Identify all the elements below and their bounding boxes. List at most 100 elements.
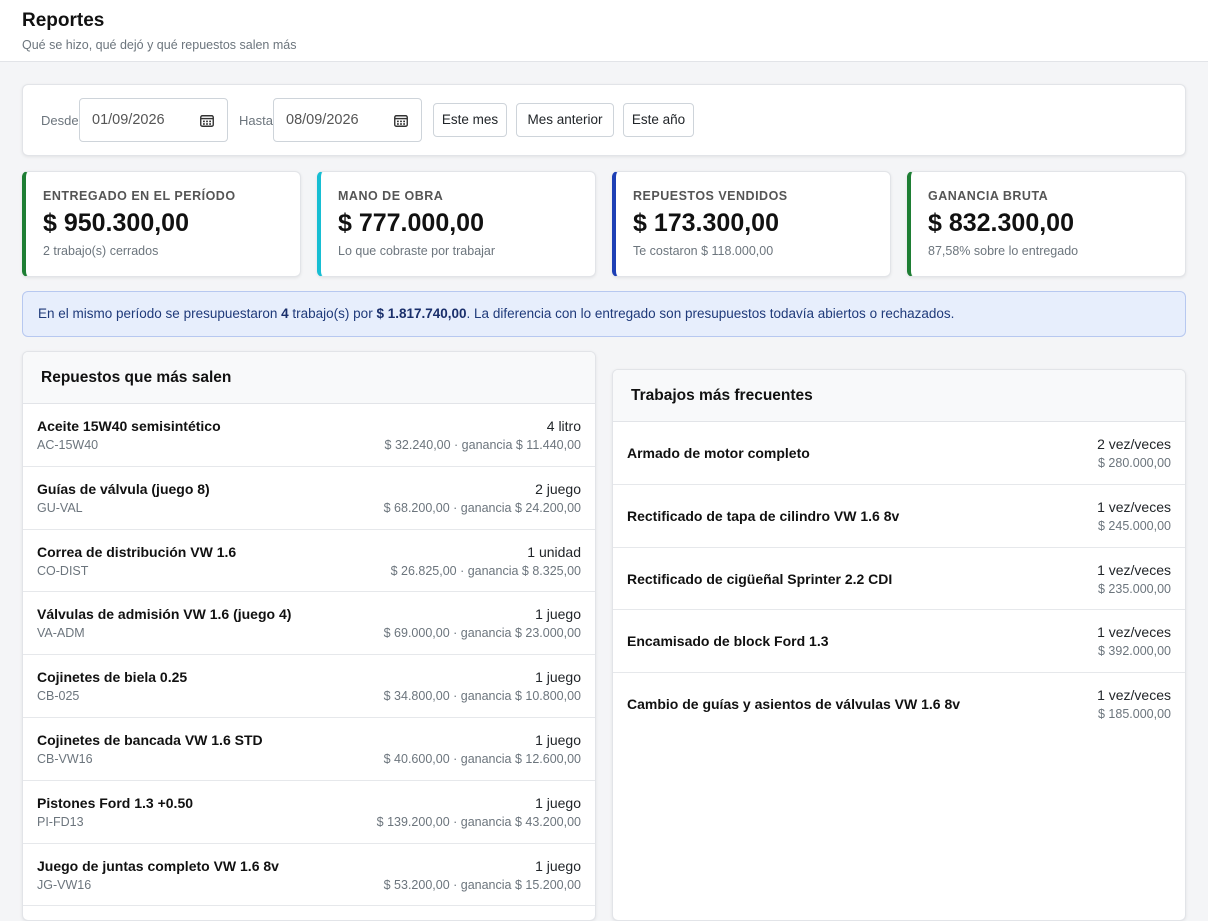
part-amounts: $ 68.200,00 · ganancia $ 24.200,00: [383, 500, 581, 515]
repuestos-panel-title: Repuestos que más salen: [23, 352, 595, 404]
stat-label: Entregado en el período: [43, 189, 236, 203]
part-quantity: 1 juego: [535, 794, 581, 811]
date-filter-card: Desde 01/09/2026 Hasta 08/09/2026 Este m…: [22, 84, 1186, 156]
banner-text: trabajo(s) por: [288, 306, 377, 321]
repuestos-panel: Repuestos que más salen Aceite 15W40 sem…: [22, 351, 596, 921]
part-name: Guías de válvula (juego 8): [37, 480, 210, 497]
stat-card-repuestos: Repuestos vendidos $ 173.300,00 Te costa…: [612, 171, 891, 277]
list-item: Juego de juntas completo VW 1.6 8v JG-VW…: [23, 844, 595, 907]
stat-card-mano-de-obra: Mano de obra $ 777.000,00 Lo que cobrast…: [317, 171, 596, 277]
list-item: Cambio de guías y asientos de válvulas V…: [613, 673, 1185, 736]
este-mes-button[interactable]: Este mes: [433, 103, 507, 137]
part-name: Juego de juntas completo VW 1.6 8v: [37, 857, 279, 874]
part-name: Correa de distribución VW 1.6: [37, 543, 237, 560]
list-item: Armado de motor completo 2 vez/veces $ 2…: [613, 422, 1185, 485]
mes-anterior-button[interactable]: Mes anterior: [516, 103, 614, 137]
stat-card-entregado: Entregado en el período $ 950.300,00 2 t…: [22, 171, 301, 277]
part-quantity: 1 juego: [535, 731, 581, 748]
part-name: Válvulas de admisión VW 1.6 (juego 4): [37, 606, 292, 623]
part-amounts: $ 40.600,00 · ganancia $ 12.600,00: [383, 751, 581, 766]
list-item: Correa de distribución VW 1.6 CO-DIST 1 …: [23, 530, 595, 593]
hasta-label: Hasta: [239, 113, 273, 128]
job-count: 1 vez/veces: [1097, 687, 1171, 704]
banner-count: 4: [281, 306, 289, 321]
list-item: Rectificado de cigüeñal Sprinter 2.2 CDI…: [613, 548, 1185, 611]
trabajos-panel-title: Trabajos más frecuentes: [613, 370, 1185, 422]
part-amounts: $ 32.240,00 · ganancia $ 11.440,00: [384, 438, 581, 452]
desde-label: Desde: [41, 113, 79, 128]
job-name: Armado de motor completo: [627, 445, 810, 461]
part-code: VA-ADM: [37, 626, 85, 641]
desde-date-value: 01/09/2026: [92, 112, 165, 128]
part-code: CB-VW16: [37, 751, 93, 766]
job-name: Rectificado de cigüeñal Sprinter 2.2 CDI: [627, 570, 893, 587]
part-quantity: 1 juego: [535, 857, 581, 874]
list-item: Cojinetes de bancada VW 1.6 STD CB-VW16 …: [23, 718, 595, 781]
list-item: Guías de válvula (juego 8) GU-VAL 2 jueg…: [23, 467, 595, 530]
list-item: Rectificado de tapa de cilindro VW 1.6 8…: [613, 485, 1185, 548]
part-code: CB-025: [37, 689, 80, 704]
job-amount: $ 280.000,00: [1098, 456, 1171, 470]
banner-text: En el mismo período se presupuestaron: [38, 306, 282, 321]
list-item: Válvulas de admisión VW 1.6 (juego 4) VA…: [23, 592, 595, 656]
stat-label: Ganancia bruta: [928, 189, 1049, 203]
part-quantity: 2 juego: [535, 480, 581, 497]
stat-subtext: 87,58% sobre lo entregado: [928, 244, 1079, 258]
part-amounts: $ 69.000,00 · ganancia $ 23.000,00: [383, 626, 581, 641]
stat-subtext: Lo que cobraste por trabajar: [338, 244, 496, 258]
page-title: Reportes: [22, 10, 105, 31]
stat-value: $ 832.300,00: [928, 209, 1074, 237]
part-name: Aceite 15W40 semisintético: [37, 418, 221, 434]
part-name: Cojinetes de bancada VW 1.6 STD: [37, 731, 263, 748]
desde-date-input[interactable]: 01/09/2026: [79, 98, 228, 142]
part-code: AC-15W40: [37, 438, 99, 452]
este-anio-button[interactable]: Este año: [623, 103, 694, 137]
job-count: 2 vez/veces: [1097, 436, 1171, 452]
job-count: 1 vez/veces: [1097, 624, 1171, 641]
repuestos-list: Aceite 15W40 semisintético AC-15W40 4 li…: [23, 404, 595, 907]
part-amounts: $ 53.200,00 · ganancia $ 15.200,00: [383, 877, 581, 892]
part-quantity: 1 juego: [535, 669, 581, 686]
job-name: Cambio de guías y asientos de válvulas V…: [627, 696, 961, 713]
banner-amount: $ 1.817.740,00: [376, 306, 467, 321]
hasta-date-input[interactable]: 08/09/2026: [273, 98, 422, 142]
part-name: Cojinetes de biela 0.25: [37, 669, 188, 686]
part-code: CO-DIST: [37, 563, 89, 578]
part-code: PI-FD13: [37, 814, 84, 829]
stat-label: Mano de obra: [338, 189, 444, 203]
job-count: 1 vez/veces: [1097, 498, 1171, 515]
stat-subtext: 2 trabajo(s) cerrados: [43, 244, 159, 258]
part-quantity: 1 juego: [535, 606, 581, 623]
part-code: JG-VW16: [37, 877, 92, 892]
banner-text: . La diferencia con lo entregado son pre…: [466, 306, 955, 321]
part-amounts: $ 26.825,00 · ganancia $ 8.325,00: [390, 563, 581, 578]
calendar-icon[interactable]: [200, 114, 214, 127]
job-name: Rectificado de tapa de cilindro VW 1.6 8…: [627, 507, 900, 524]
job-amount: $ 235.000,00: [1098, 581, 1171, 596]
job-name: Encamisado de block Ford 1.3: [627, 633, 829, 650]
page-header: Reportes Qué se hizo, qué dejó y qué rep…: [0, 0, 1208, 62]
list-item: Encamisado de block Ford 1.3 1 vez/veces…: [613, 610, 1185, 674]
list-item: Pistones Ford 1.3 +0.50 PI-FD13 1 juego …: [23, 781, 595, 844]
stat-card-ganancia: Ganancia bruta $ 832.300,00 87,58% sobre…: [907, 171, 1186, 277]
presupuestos-info-banner: En el mismo período se presupuestaron 4 …: [22, 291, 1186, 337]
part-code: GU-VAL: [37, 500, 83, 515]
hasta-date-value: 08/09/2026: [286, 112, 359, 128]
stat-label: Repuestos vendidos: [633, 189, 788, 203]
part-name: Pistones Ford 1.3 +0.50: [37, 794, 194, 811]
list-item: Cojinetes de biela 0.25 CB-025 1 juego $…: [23, 655, 595, 718]
list-item: Aceite 15W40 semisintético AC-15W40 4 li…: [23, 404, 595, 467]
trabajos-panel: Trabajos más frecuentes Armado de motor …: [612, 369, 1186, 921]
job-amount: $ 245.000,00: [1098, 518, 1171, 533]
part-quantity: 4 litro: [546, 418, 581, 434]
calendar-icon[interactable]: [394, 114, 408, 127]
stat-subtext: Te costaron $ 118.000,00: [633, 244, 774, 258]
stat-value: $ 173.300,00: [633, 209, 779, 237]
page-subtitle: Qué se hizo, qué dejó y qué repuestos sa…: [22, 38, 297, 52]
job-amount: $ 392.000,00: [1098, 644, 1171, 659]
part-amounts: $ 34.800,00 · ganancia $ 10.800,00: [383, 689, 581, 704]
part-quantity: 1 unidad: [527, 543, 581, 560]
stat-value: $ 777.000,00: [338, 209, 484, 237]
stat-value: $ 950.300,00: [43, 209, 189, 237]
trabajos-list: Armado de motor completo 2 vez/veces $ 2…: [613, 422, 1185, 736]
